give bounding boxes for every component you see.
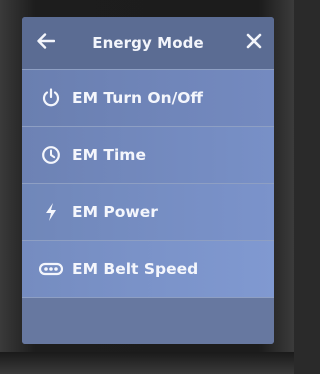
screen: Energy Mode EM Turn On/Off EM Time EM Po… <box>22 17 274 344</box>
lightning-icon <box>34 202 68 222</box>
menu-item-time[interactable]: EM Time <box>22 126 274 183</box>
clock-icon <box>34 145 68 165</box>
close-icon <box>246 33 262 53</box>
menu-item-power[interactable]: EM Power <box>22 183 274 240</box>
menu-item-label: EM Power <box>72 203 158 221</box>
back-button[interactable] <box>34 31 58 55</box>
power-icon <box>34 88 68 108</box>
close-button[interactable] <box>242 31 266 55</box>
device-bezel-bottom <box>0 352 294 374</box>
menu-item-turn-on-off[interactable]: EM Turn On/Off <box>22 69 274 126</box>
menu-list: EM Turn On/Off EM Time EM Power EM Belt … <box>22 69 274 297</box>
menu-item-label: EM Belt Speed <box>72 260 199 278</box>
arrow-left-icon <box>37 33 56 53</box>
empty-footer-area <box>22 297 274 344</box>
page-title: Energy Mode <box>92 34 204 52</box>
menu-item-belt-speed[interactable]: EM Belt Speed <box>22 240 274 297</box>
menu-item-label: EM Turn On/Off <box>72 89 203 107</box>
menu-item-label: EM Time <box>72 146 146 164</box>
header-bar: Energy Mode <box>22 17 274 69</box>
belt-speed-icon <box>34 262 68 276</box>
